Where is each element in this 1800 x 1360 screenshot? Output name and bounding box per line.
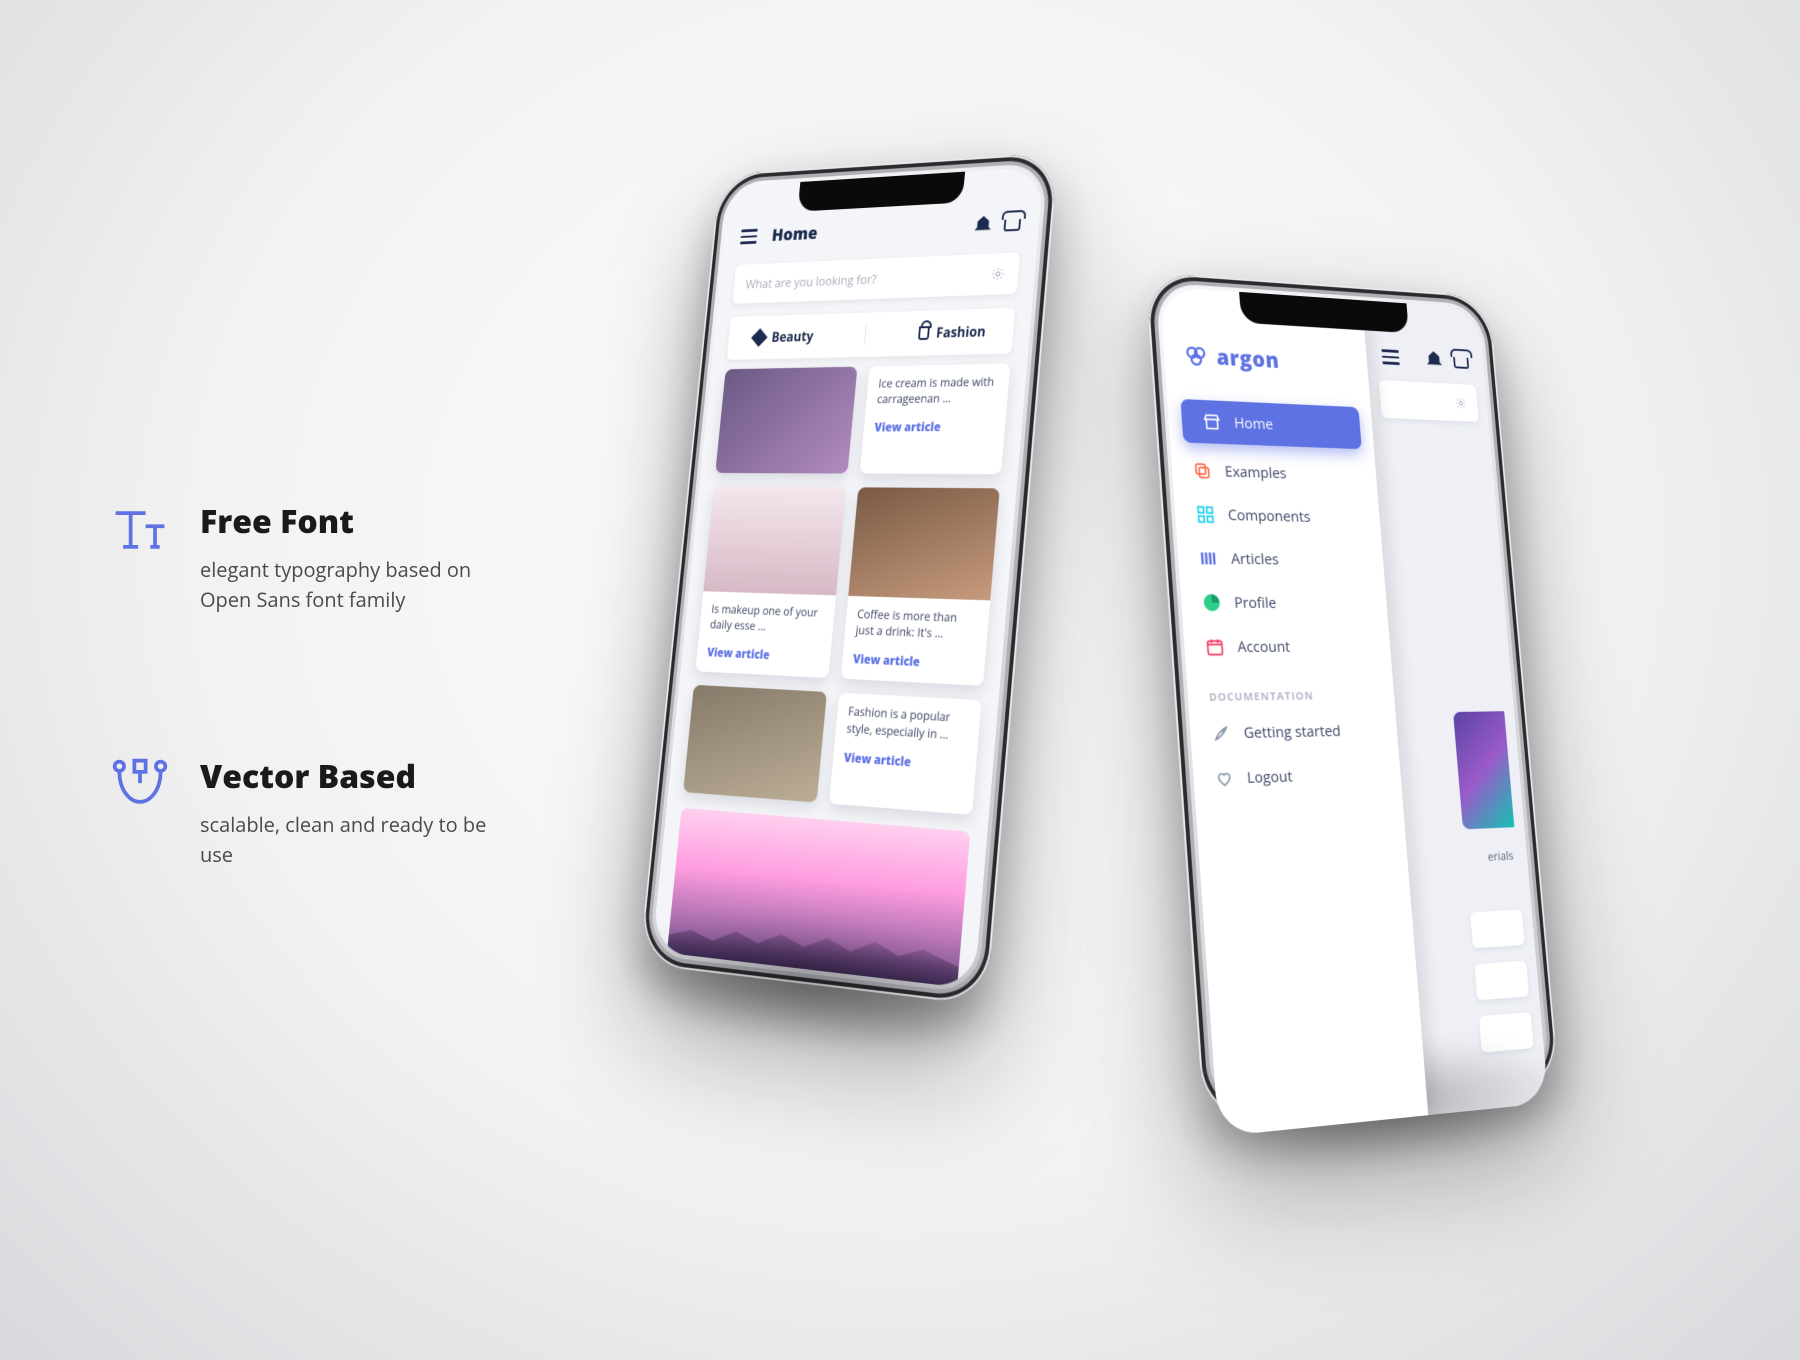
diamond-icon [751, 328, 767, 347]
feature-desc: elegant typography based on Open Sans fo… [200, 555, 490, 615]
phone-mockup-home: Home What are you looking for? Beauty Fa… [639, 152, 1058, 1006]
vector-icon [110, 755, 170, 815]
copy-icon [1192, 461, 1212, 481]
nav-articles[interactable]: Articles [1177, 536, 1385, 582]
article-card[interactable]: Ice cream is made with carrageenan … Vie… [860, 364, 1011, 475]
feature-desc: scalable, clean and ready to be use [200, 810, 490, 870]
basket-icon[interactable] [1003, 219, 1021, 232]
shop-icon [1202, 412, 1222, 432]
feature-free-font: Free Font elegant typography based on Op… [110, 500, 490, 615]
grid-icon [1195, 504, 1215, 524]
hero-image[interactable] [665, 808, 971, 989]
nav-home[interactable]: Home [1180, 399, 1361, 449]
category-chips: Beauty Fashion [727, 308, 1016, 360]
notifications-icon[interactable] [1426, 351, 1443, 369]
search-placeholder: What are you looking for? [745, 270, 878, 292]
card-image [703, 486, 846, 595]
article-card[interactable]: Is makeup one of your daily esse … View … [695, 486, 846, 678]
peeking-card-caption: erials [1487, 847, 1514, 865]
peeking-card-image[interactable] [1453, 711, 1514, 829]
feature-vector-based: Vector Based scalable, clean and ready t… [110, 755, 490, 870]
search-settings-icon[interactable] [990, 266, 1006, 282]
list-item[interactable] [1470, 909, 1525, 948]
brand[interactable]: argon [1163, 339, 1370, 402]
bars-icon [1198, 548, 1218, 568]
nav-components[interactable]: Components [1174, 492, 1382, 540]
page-title: Home [771, 222, 819, 247]
article-card[interactable] [715, 367, 857, 474]
list-item[interactable] [1479, 1012, 1534, 1052]
article-card[interactable]: Fashion is a popular style, especially i… [829, 693, 982, 815]
marketing-features: Free Font elegant typography based on Op… [110, 500, 490, 1010]
search-input[interactable] [1379, 380, 1479, 422]
feature-title: Free Font [200, 500, 490, 543]
nav-examples[interactable]: Examples [1171, 448, 1378, 498]
card-text: Is makeup one of your daily esse … [698, 591, 836, 649]
phone-screen: argon Home Examples Components [1159, 286, 1548, 1136]
card-text: Coffee is more than just a drink: It's … [843, 596, 990, 656]
feature-title: Vector Based [200, 755, 490, 798]
nav-account[interactable]: Account [1183, 625, 1392, 670]
view-article-link[interactable]: View article [695, 644, 831, 679]
nav-profile[interactable]: Profile [1180, 580, 1388, 625]
card-image [848, 487, 1000, 600]
article-card[interactable] [683, 685, 827, 803]
nav-logout[interactable]: Logout [1192, 751, 1402, 802]
typography-icon [110, 500, 170, 560]
brand-logo-icon [1184, 343, 1208, 368]
brand-name: argon [1215, 342, 1280, 374]
nav-getting-started[interactable]: Getting started [1189, 708, 1399, 757]
search-settings-icon[interactable] [1454, 395, 1468, 410]
article-grid: Ice cream is made with carrageenan … Vie… [683, 364, 1010, 816]
notifications-icon[interactable] [974, 216, 992, 234]
heart-hand-icon [1214, 768, 1234, 789]
hamburger-menu-button[interactable] [1381, 349, 1399, 365]
rocket-icon [1211, 723, 1231, 744]
search-input[interactable]: What are you looking for? [732, 252, 1020, 304]
card-image [715, 367, 857, 474]
basket-icon[interactable] [1453, 357, 1469, 369]
nav-group-documentation: DOCUMENTATION [1186, 668, 1395, 712]
calendar-icon [1205, 637, 1225, 657]
hamburger-menu-button[interactable] [740, 229, 758, 244]
article-card[interactable]: Coffee is more than just a drink: It's …… [841, 487, 1000, 686]
card-image [683, 685, 827, 803]
phone-screen: Home What are you looking for? Beauty Fa… [652, 167, 1044, 990]
phone-notch [797, 172, 965, 212]
phone-mockup-drawer: argon Home Examples Components [1145, 272, 1559, 1123]
view-article-link[interactable]: View article [841, 650, 986, 686]
view-article-link[interactable]: View article [862, 418, 1006, 447]
peeking-list-items [1470, 909, 1535, 1068]
card-text: Ice cream is made with carrageenan … [865, 364, 1011, 420]
card-text: Fashion is a popular style, especially i… [834, 693, 981, 757]
chip-beauty[interactable]: Beauty [753, 327, 815, 347]
pie-icon [1202, 592, 1222, 612]
bag-icon [918, 326, 930, 340]
list-item[interactable] [1474, 961, 1529, 1001]
chip-fashion[interactable]: Fashion [917, 322, 986, 343]
